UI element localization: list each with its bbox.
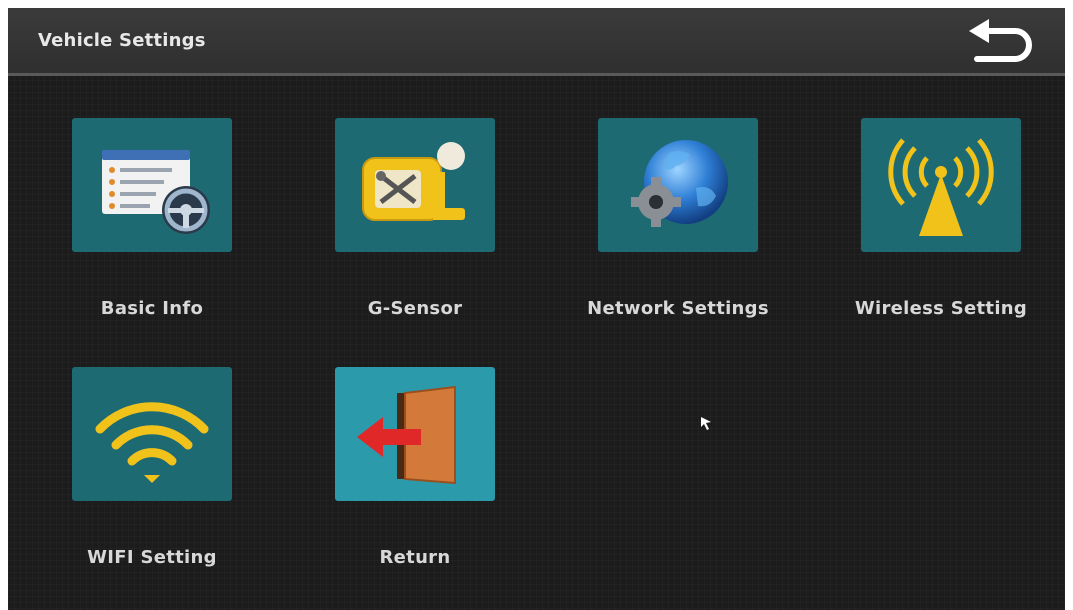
g-sensor-label: G-Sensor	[367, 298, 463, 319]
page-title: Vehicle Settings	[38, 30, 206, 51]
wifi-icon	[95, 402, 209, 483]
wifi-setting-label: WIFI Setting	[87, 547, 217, 568]
vehicle-settings-screen: Vehicle Settings Basic Info G-Sensor Net…	[8, 8, 1065, 610]
wireless-setting-label: Wireless Setting	[854, 298, 1028, 319]
title-bar: Vehicle Settings	[8, 8, 1065, 76]
wireless-setting-tile[interactable]	[861, 118, 1021, 252]
basic-info-label: Basic Info	[100, 298, 204, 319]
info-list-steering-wheel-icon	[102, 150, 210, 234]
exit-door-icon	[357, 385, 456, 485]
network-settings-label: Network Settings	[587, 298, 769, 319]
sensor-tools-icon	[362, 142, 465, 221]
g-sensor-tile[interactable]	[335, 118, 495, 252]
mouse-pointer-icon	[701, 417, 711, 430]
wifi-setting-tile[interactable]	[72, 367, 232, 501]
globe-gear-icon	[631, 140, 728, 227]
back-button[interactable]	[963, 18, 1039, 64]
network-settings-tile[interactable]	[598, 118, 758, 252]
antenna-signal-icon	[888, 138, 994, 236]
basic-info-tile[interactable]	[72, 118, 232, 252]
undo-arrow-icon	[969, 19, 1032, 62]
return-label: Return	[379, 547, 451, 568]
return-tile[interactable]	[335, 367, 495, 501]
